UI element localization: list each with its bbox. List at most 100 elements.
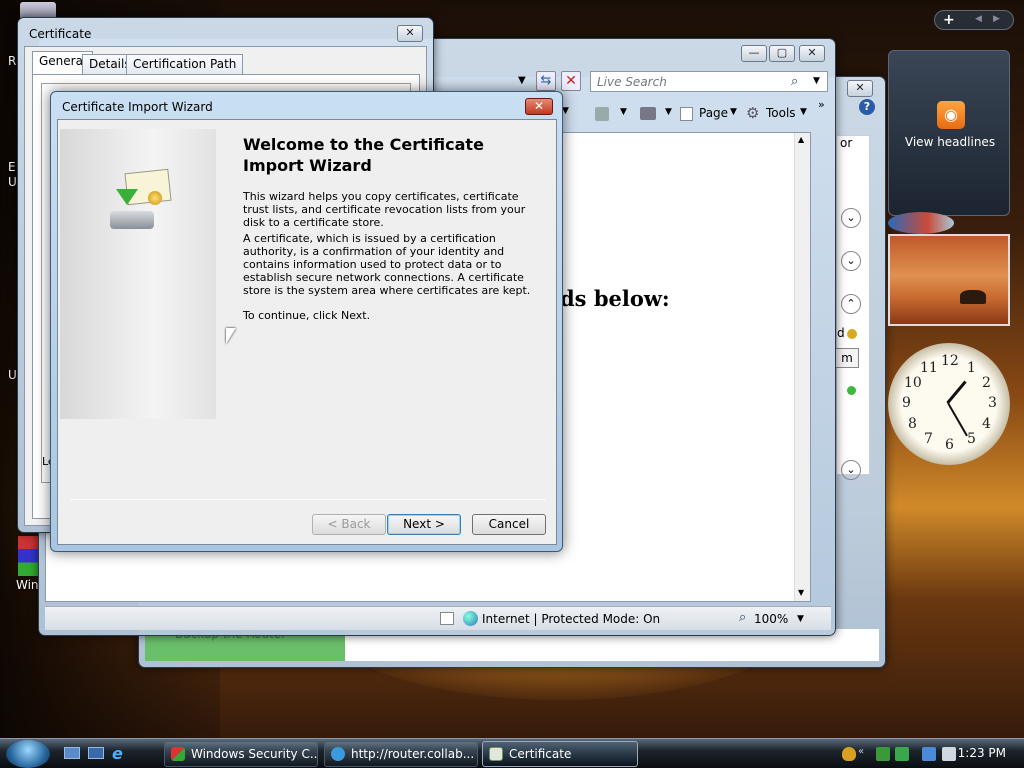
- certificate-import-wizard[interactable]: Certificate Import Wizard ✕ Welcome to t…: [50, 91, 563, 552]
- sidebar-controls: + ◀ ▶: [934, 10, 1014, 30]
- taskbar-item-browser[interactable]: http://router.collab...: [324, 741, 478, 767]
- taskbar-item-security-center[interactable]: Windows Security C...: [164, 741, 318, 767]
- clock-number-10: 10: [904, 375, 922, 391]
- ie-icon: [331, 747, 345, 761]
- live-search-input[interactable]: Live Search: [597, 75, 667, 89]
- add-gadget-icon[interactable]: +: [943, 12, 955, 28]
- clock-number-2: 2: [982, 375, 991, 391]
- expand-icon-2[interactable]: ⌄: [841, 251, 861, 271]
- page-dropdown-icon[interactable]: ▼: [730, 107, 737, 117]
- ie-quicklaunch-icon[interactable]: e: [112, 744, 123, 763]
- page-menu-button[interactable]: Page: [699, 106, 728, 120]
- tray-shield-icon[interactable]: [842, 747, 856, 761]
- page-menu-icon[interactable]: [680, 107, 693, 121]
- ie-close-button[interactable]: ✕: [799, 45, 825, 62]
- certificate-close-button[interactable]: ✕: [397, 25, 423, 42]
- live-search-box[interactable]: Live Search ⌕ ▼: [590, 71, 828, 92]
- show-desktop-icon[interactable]: [64, 747, 80, 759]
- tray-network-icon[interactable]: [922, 747, 936, 761]
- clock-number-11: 11: [920, 360, 938, 376]
- rear-content-panel: or ⌄ ⌄ ⌃ d m ⌄: [835, 135, 870, 480]
- taskbar-label-security: Windows Security C...: [191, 747, 318, 761]
- taskbar-clock[interactable]: 1:23 PM: [958, 746, 1006, 760]
- wizard-close-button[interactable]: ✕: [525, 98, 553, 115]
- tab-certification-path[interactable]: Certification Path: [126, 54, 244, 74]
- sidebar-next-icon[interactable]: ▶: [993, 14, 1000, 24]
- certificate-icon: [489, 747, 503, 761]
- security-zone-label[interactable]: Internet | Protected Mode: On: [482, 612, 660, 626]
- certificate-window-title: Certificate: [29, 27, 92, 41]
- expand-icon-4[interactable]: ⌄: [841, 460, 861, 480]
- desktop-label-u1[interactable]: U: [8, 175, 17, 189]
- wizard-paragraph-3: To continue, click Next.: [243, 309, 371, 322]
- start-button[interactable]: [6, 740, 50, 768]
- zoom-level[interactable]: 100%: [754, 612, 788, 626]
- print-icon[interactable]: [640, 107, 656, 120]
- shield-icon: [171, 747, 185, 761]
- certificate-import-icon: [110, 168, 172, 236]
- stop-icon[interactable]: ✕: [561, 71, 581, 91]
- feeds-dropdown-icon[interactable]: ▼: [620, 107, 627, 117]
- desktop-shortcut-icon[interactable]: [18, 536, 38, 576]
- zoom-icon[interactable]: ⌕: [739, 610, 746, 625]
- refresh-icon[interactable]: ⇆: [536, 71, 556, 91]
- shield-gold-icon: [847, 329, 857, 339]
- cancel-button[interactable]: Cancel: [472, 514, 546, 535]
- clock-number-5: 5: [967, 431, 976, 447]
- side-fragment-m[interactable]: m: [835, 348, 859, 368]
- clock-number-12: 12: [941, 353, 959, 369]
- tray-expand-icon[interactable]: «: [858, 746, 864, 757]
- wizard-paragraph-2: A certificate, which is issued by a cert…: [243, 232, 531, 297]
- scroll-up-icon[interactable]: ▲: [798, 135, 804, 144]
- zoom-dropdown-icon[interactable]: ▼: [797, 614, 804, 624]
- sidebar-prev-icon[interactable]: ◀: [975, 14, 982, 24]
- switch-windows-icon[interactable]: [88, 747, 104, 759]
- ie-vertical-scrollbar[interactable]: ▲ ▼: [794, 133, 810, 601]
- ie-maximize-button[interactable]: ▢: [769, 45, 795, 62]
- rear-help-icon[interactable]: ?: [859, 99, 875, 115]
- chevron-more-icon[interactable]: »: [818, 98, 825, 111]
- collapse-icon-3[interactable]: ⌃: [841, 294, 861, 314]
- clock-hour-hand: [946, 380, 967, 404]
- tools-menu-button[interactable]: Tools: [766, 106, 796, 120]
- side-fragment-or: or: [840, 136, 853, 150]
- desktop-label-r[interactable]: R: [8, 54, 16, 68]
- clock-number-8: 8: [908, 416, 917, 432]
- clock-gadget[interactable]: 12 1 2 3 4 5 6 7 8 9 10 11: [888, 343, 1010, 465]
- taskbar-item-certificate[interactable]: Certificate: [482, 741, 638, 767]
- clock-number-3: 3: [988, 395, 997, 411]
- tray-network-monitor-icon[interactable]: [895, 747, 909, 761]
- tray-volume-icon[interactable]: [942, 747, 956, 761]
- desktop-label-u2[interactable]: U: [8, 368, 17, 382]
- tray-safely-remove-icon[interactable]: [876, 747, 890, 761]
- gear-icon[interactable]: ⚙: [746, 104, 759, 122]
- side-fragment-d: d: [837, 326, 845, 340]
- view-headlines-label[interactable]: View headlines: [889, 135, 1011, 149]
- tools-dropdown-icon[interactable]: ▼: [800, 107, 807, 117]
- wizard-separator: [70, 499, 546, 500]
- slideshow-gadget[interactable]: [888, 234, 1010, 326]
- search-options-icon[interactable]: ▼: [813, 76, 820, 86]
- taskbar-label-certificate: Certificate: [509, 747, 572, 761]
- feeds-icon[interactable]: [595, 107, 609, 121]
- desktop-label-win[interactable]: Win: [16, 578, 39, 592]
- feed-headlines-gadget[interactable]: ◉ View headlines: [888, 50, 1010, 216]
- scroll-down-icon[interactable]: ▼: [798, 588, 804, 597]
- search-icon[interactable]: ⌕: [791, 74, 798, 89]
- clock-number-1: 1: [967, 360, 976, 376]
- address-dropdown-icon[interactable]: ▼: [518, 75, 526, 86]
- ie-minimize-button[interactable]: —: [741, 45, 767, 62]
- back-button[interactable]: < Back: [312, 514, 386, 535]
- wizard-paragraph-1: This wizard helps you copy certificates,…: [243, 190, 526, 229]
- desktop-label-e[interactable]: E: [8, 160, 16, 174]
- taskbar-label-browser: http://router.collab...: [351, 747, 475, 761]
- wizard-title: Certificate Import Wizard: [62, 100, 213, 114]
- clock-number-6: 6: [945, 437, 954, 453]
- next-button[interactable]: Next >: [387, 514, 461, 535]
- clock-number-7: 7: [924, 431, 933, 447]
- expand-icon-1[interactable]: ⌄: [841, 208, 861, 228]
- rear-close-button[interactable]: ✕: [847, 80, 873, 97]
- home-dropdown-icon[interactable]: ▼: [562, 106, 569, 116]
- popup-blocked-icon[interactable]: [440, 612, 454, 625]
- print-dropdown-icon[interactable]: ▼: [665, 107, 672, 117]
